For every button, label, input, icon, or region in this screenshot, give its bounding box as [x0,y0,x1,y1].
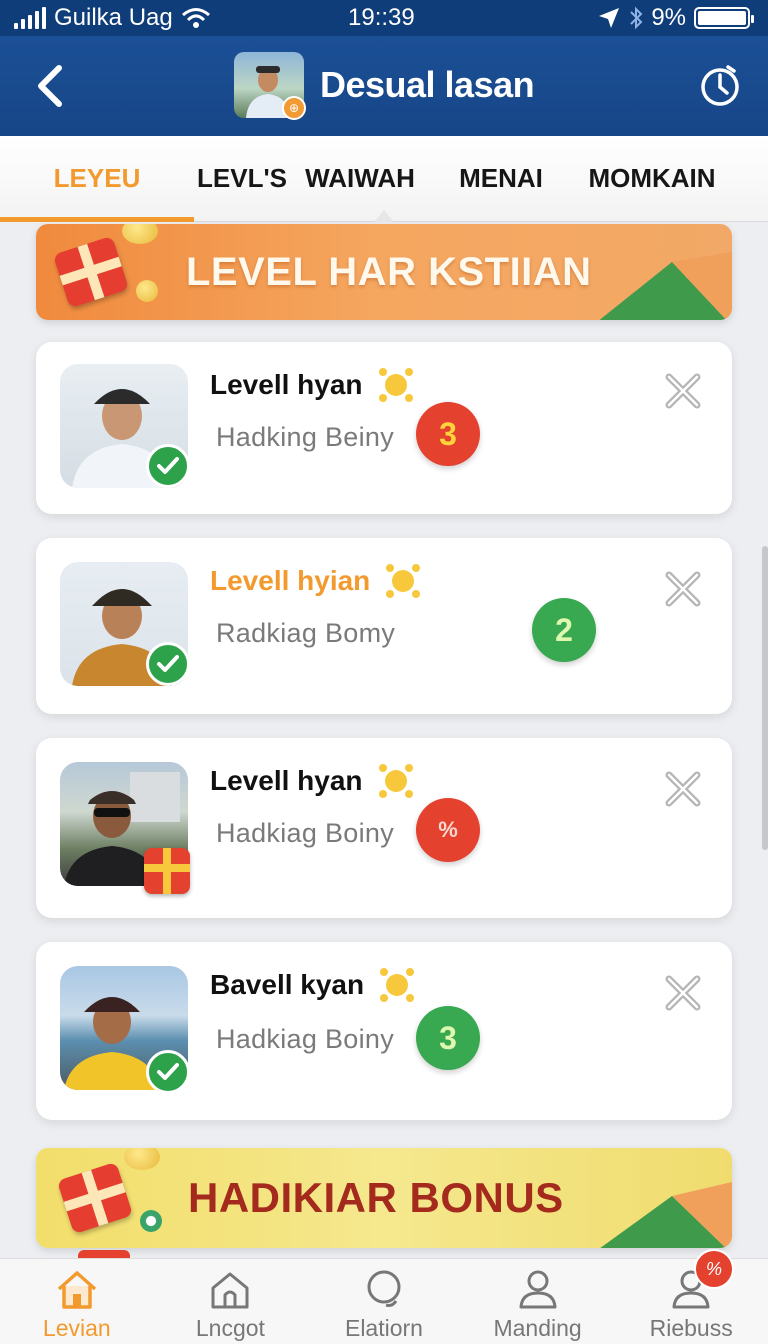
nav-label: Elatiorn [344,1315,423,1341]
coin-icon [122,224,158,244]
tab-label: MOMKAIN [588,163,716,193]
nav-item-manding[interactable]: Manding [461,1259,615,1344]
close-icon [665,975,701,1011]
app-header: ⊕ Desual lasan [0,36,768,136]
back-button[interactable] [30,62,70,110]
tab-menai[interactable]: MENAI [430,136,572,222]
home-outline-icon [211,1272,249,1309]
close-icon [665,571,701,607]
close-button[interactable] [662,370,704,412]
gift-icon [52,235,130,309]
card-subtitle: Hadkiag Boiny [216,818,395,848]
status-time: 19::39 [348,4,415,31]
sun-icon [386,564,421,598]
battery-percent: 9% [651,4,686,31]
tab-label: LEYEU [53,163,141,193]
notification-badge: % [693,1249,734,1289]
card-name: Levell hyian [210,562,422,600]
signal-icon [14,7,46,29]
card-name-text: Levell hyian [210,565,371,596]
level-card[interactable]: Bavell kyan Hadkiag Boiny 3 [36,942,732,1120]
timer-icon [701,65,739,106]
count-badge: 3 [416,402,480,466]
card-subtitle: Radkiag Bomy [216,618,396,648]
card-name-text: Bavell kyan [210,969,365,1000]
bluetooth-icon [630,6,643,30]
page-title: Desual lasan [320,64,535,105]
count-badge: % [416,798,480,862]
coin-icon [136,280,158,302]
nav-item-lncgot[interactable]: Lncgot [154,1259,308,1344]
header-avatar[interactable]: ⊕ [234,52,306,120]
banner-title: HADIKIAR BONUS [188,1174,564,1221]
gift-badge-icon [144,848,190,894]
close-button[interactable] [662,768,704,810]
tab-leyeu[interactable]: LEYEU [0,136,194,222]
tent-icon [600,1182,732,1248]
tab-pointer [374,210,394,222]
timer-button[interactable] [696,60,744,110]
level-banner[interactable]: LEVEL HAR KSTIIAN [36,224,732,320]
close-icon [665,771,701,807]
card-subtitle: Hadkiag Boiny [216,1024,395,1054]
tab-levls[interactable]: LEVL'S [194,136,290,222]
nav-label: Levian [42,1315,111,1341]
gift-icon [56,1161,134,1235]
search-icon [367,1270,401,1307]
status-bar: Guilka Uag 19::39 9% [0,0,768,36]
sun-icon [378,764,413,798]
avatar-badge-icon: ⊕ [282,96,306,120]
status-left: Guilka Uag [14,4,211,32]
tab-waiwah[interactable]: WAIWAH [290,136,430,222]
verified-badge-icon [146,642,190,686]
nav-item-riebuss[interactable]: Riebuss % [614,1249,768,1344]
wifi-icon [181,8,210,28]
nav-item-elatiorn[interactable]: Elatiorn [307,1259,461,1344]
battery-icon [694,7,754,29]
count-badge: 2 [532,598,596,662]
card-name: Bavell kyan [210,966,416,1004]
person-icon [519,1270,557,1309]
nav-item-levian[interactable]: Levian [0,1259,154,1344]
sun-icon [378,368,413,402]
card-subtitle: Hadking Beiny [216,422,395,452]
level-card[interactable]: Levell hyian Radkiag Bomy 2 [36,538,732,714]
tab-label: MENAI [459,163,543,193]
bonus-banner[interactable]: HADIKIAR BONUS [36,1148,732,1248]
level-card[interactable]: Levell hyan Hadking Beiny 3 [36,342,732,514]
status-right: 9% [597,4,754,32]
banner-title: LEVEL HAR KSTIIAN [186,249,592,294]
tent-icon [599,252,732,320]
chevron-left-icon [38,65,62,107]
home-icon [57,1271,96,1309]
tab-label: WAIWAH [305,163,415,193]
nav-label: Lncgot [195,1315,265,1341]
level-card[interactable]: Levell hyan Hadkiag Boiny % [36,738,732,918]
bottom-nav: Levian Lncgot Elatiorn Manding Riebuss % [0,1249,768,1344]
tab-momkain[interactable]: MOMKAIN [572,136,732,222]
nav-label: Riebuss [649,1315,733,1341]
card-name-text: Levell hyan [210,369,363,400]
close-button[interactable] [662,568,704,610]
card-name: Levell hyan [210,762,415,800]
sun-icon [380,968,415,1002]
carrier-label: Guilka Uag [54,4,173,31]
location-arrow-icon [599,8,620,28]
card-name: Levell hyan [210,366,415,404]
tab-label: LEVL'S [197,163,287,193]
key-icon [140,1210,162,1232]
header-center: ⊕ Desual lasan [234,52,535,120]
close-button[interactable] [662,972,704,1014]
verified-badge-icon [146,444,190,488]
scrollbar[interactable] [762,546,768,850]
close-icon [665,373,701,409]
coin-icon [124,1148,160,1170]
verified-badge-icon [146,1050,190,1094]
nav-label: Manding [493,1315,582,1341]
count-badge: 3 [416,1006,480,1070]
card-name-text: Levell hyan [210,765,363,796]
